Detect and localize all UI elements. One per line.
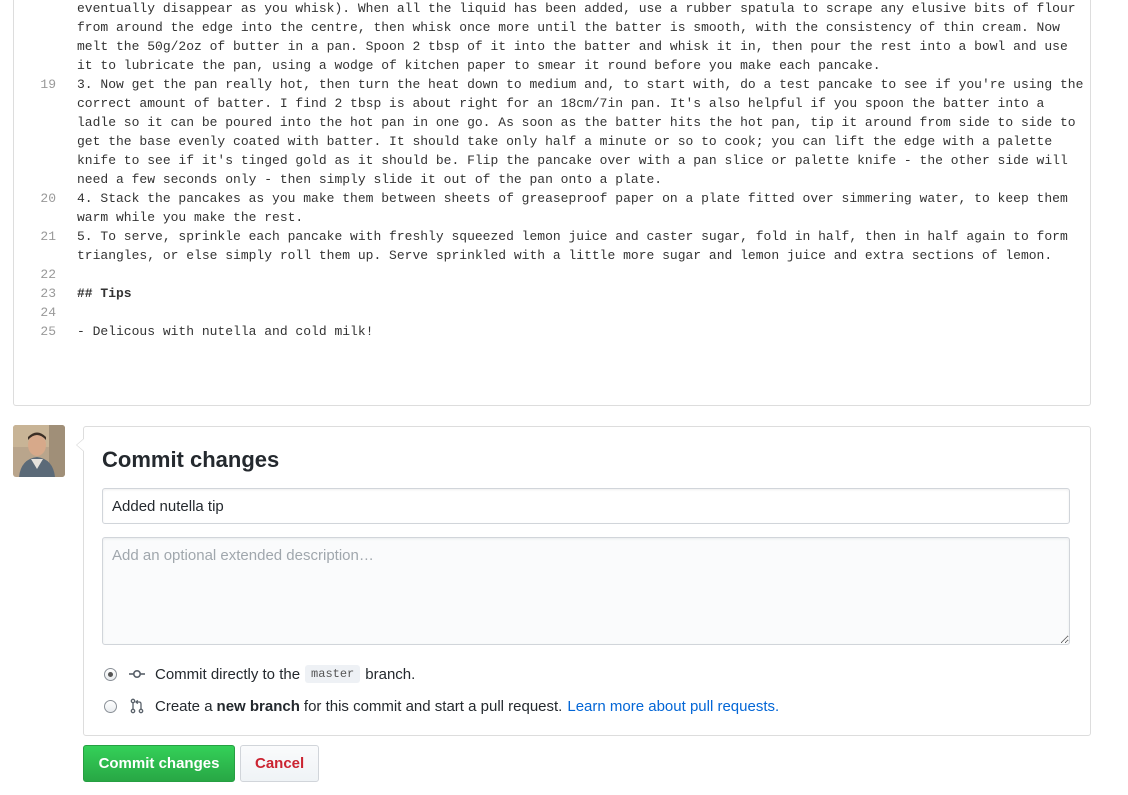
line-text: ## Tips	[77, 286, 132, 301]
code-line: 22	[14, 265, 1090, 284]
line-number: 18	[14, 0, 77, 75]
commit-direct-radio[interactable]	[104, 667, 117, 681]
line-text: 2. Now gradually add small quantities of…	[77, 1, 1076, 73]
line-text	[77, 265, 1090, 284]
code-line: 182. Now gradually add small quantities …	[14, 0, 1090, 75]
commit-changes-button[interactable]: Commit changes	[83, 745, 235, 782]
new-branch-radio[interactable]	[104, 699, 117, 713]
commit-direct-option[interactable]: Commit directly to the master branch.	[104, 663, 415, 685]
line-number: 21	[40, 229, 56, 244]
code-line: 25 - Delicous with nutella and cold milk!	[14, 322, 1090, 341]
line-text: 5. To serve, sprinkle each pancake with …	[77, 229, 1076, 263]
file-editor[interactable]: 182. Now gradually add small quantities …	[13, 0, 1091, 406]
commit-message-input[interactable]	[102, 488, 1070, 524]
cancel-button[interactable]: Cancel	[240, 745, 319, 782]
line-number: 22	[40, 267, 56, 282]
line-text: 3. Now get the pan really hot, then turn…	[77, 77, 1091, 187]
user-avatar	[13, 425, 65, 477]
new-branch-strong: new branch	[216, 697, 300, 715]
line-number: 23	[40, 286, 56, 301]
commit-direct-suffix: branch.	[365, 665, 416, 683]
commit-form: Commit changes Commit directly to the ma…	[76, 426, 1091, 736]
commit-form-title: Commit changes	[102, 447, 280, 472]
branch-name-badge: master	[305, 665, 361, 683]
line-number: 20	[40, 191, 56, 206]
line-number: 24	[40, 305, 56, 320]
code-line: 20 4. Stack the pancakes as you make them…	[14, 189, 1090, 227]
git-commit-icon	[129, 666, 145, 682]
git-pull-request-icon	[129, 698, 145, 714]
line-text: 4. Stack the pancakes as you make them b…	[77, 191, 1076, 225]
code-line: 21 5. To serve, sprinkle each pancake wit…	[14, 227, 1090, 265]
commit-description-input[interactable]	[102, 537, 1070, 645]
line-number: 19	[40, 77, 56, 92]
code-line: 19 3. Now get the pan really hot, then tu…	[14, 75, 1090, 189]
line-text	[77, 303, 1090, 322]
code-lines: 182. Now gradually add small quantities …	[14, 0, 1090, 341]
commit-direct-prefix: Commit directly to the	[155, 665, 301, 683]
line-number: 25	[40, 324, 56, 339]
line-text: - Delicous with nutella and cold milk!	[77, 324, 374, 339]
code-line: 23 ## Tips	[14, 284, 1090, 303]
code-line: 24	[14, 303, 1090, 322]
pull-requests-help-link[interactable]: Learn more about pull requests.	[567, 698, 779, 715]
new-branch-option[interactable]: Create a new branch for this commit and …	[104, 695, 779, 717]
new-branch-prefix: Create a	[155, 697, 213, 715]
new-branch-suffix: for this commit and start a pull request…	[303, 697, 563, 715]
